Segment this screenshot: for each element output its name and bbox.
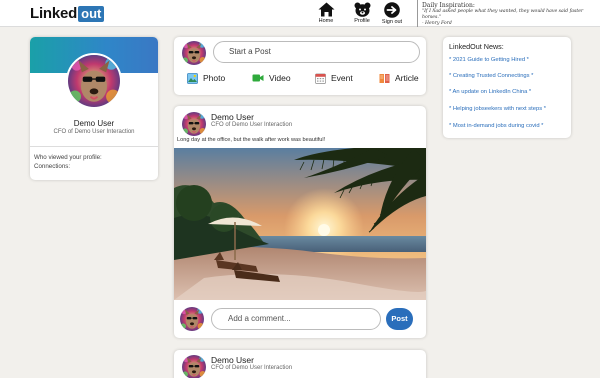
article-button[interactable]: Article: [379, 71, 419, 85]
photo-label: Photo: [203, 73, 226, 83]
news-card: LinkedOut News: * 2021 Guide to Getting …: [443, 37, 571, 138]
create-post-card: Start a Post Photo Video Event Article: [174, 37, 426, 95]
comment-avatar: [180, 307, 204, 331]
event-button[interactable]: Event: [315, 71, 353, 85]
article-label: Article: [395, 73, 419, 83]
logo-text-linked: Linked: [30, 5, 78, 22]
top-navbar: Linked out Home Profile Sign out Daily In…: [0, 0, 600, 27]
nav-signout[interactable]: Sign out: [377, 2, 407, 26]
video-label: Video: [269, 73, 291, 83]
logo[interactable]: Linked out: [30, 5, 105, 22]
profile-title: CFO of Demo User Interaction: [53, 129, 135, 135]
profile-card: Demo User CFO of Demo User Interaction W…: [30, 37, 158, 180]
news-item[interactable]: * An update on LinkedIn China *: [449, 89, 531, 95]
inspiration-title: Daily Inspiration:: [422, 2, 475, 9]
post-author-name[interactable]: Demo User: [211, 355, 254, 365]
article-icon: [379, 73, 390, 83]
signout-arrow-icon: [384, 2, 400, 18]
avatar: [182, 41, 206, 65]
home-icon: [318, 2, 334, 17]
nav-home-label: Home: [318, 18, 334, 24]
daily-inspiration: Daily Inspiration: "If I had asked peopl…: [422, 2, 597, 27]
nav-profile[interactable]: Profile: [347, 2, 377, 26]
news-item[interactable]: * Creating Trusted Connectings *: [449, 73, 533, 79]
post-author-avatar[interactable]: [182, 112, 206, 136]
news-item[interactable]: * 2021 Guide to Getting Hired *: [449, 57, 529, 63]
post-comment-button[interactable]: Post: [386, 308, 413, 330]
photo-icon: [187, 72, 198, 84]
post-text: Long day at the office, but the walk aft…: [177, 137, 326, 143]
bear-icon: [354, 2, 370, 17]
comment-input[interactable]: Add a comment...: [211, 308, 381, 330]
news-item[interactable]: * Most in-demand jobs during covid *: [449, 123, 543, 129]
post-image: [174, 148, 426, 300]
post-author-name[interactable]: Demo User: [211, 112, 254, 122]
nav-signout-label: Sign out: [381, 19, 403, 25]
logo-text-out: out: [78, 6, 105, 22]
post-author-title: CFO of Demo User Interaction: [211, 365, 293, 371]
inspiration-quote: "If I had asked people what they wanted,…: [422, 9, 584, 20]
profile-avatar[interactable]: [66, 53, 122, 109]
photo-button[interactable]: Photo: [187, 71, 225, 85]
event-label: Event: [331, 73, 353, 83]
post-author-avatar[interactable]: [182, 355, 206, 378]
inspiration-author: - Henry Ford: [422, 21, 452, 26]
feed-post: Demo User CFO of Demo User Interaction L…: [174, 106, 426, 338]
profile-views-label[interactable]: Who viewed your profile:: [34, 154, 102, 161]
connections-label[interactable]: Connections:: [34, 163, 70, 170]
header-divider: [417, 0, 418, 27]
profile-divider: [30, 146, 158, 147]
news-title: LinkedOut News:: [449, 42, 504, 51]
video-camera-icon: [252, 74, 264, 82]
nav-profile-label: Profile: [354, 18, 370, 24]
nav-home[interactable]: Home: [311, 2, 341, 26]
feed-post: Demo User CFO of Demo User Interaction: [174, 350, 426, 378]
post-author-title: CFO of Demo User Interaction: [211, 122, 293, 128]
news-item[interactable]: * Helping jobseekers with next steps *: [449, 106, 546, 112]
start-post-input[interactable]: Start a Post: [213, 41, 420, 63]
profile-name[interactable]: Demo User: [30, 119, 158, 128]
calendar-icon: [315, 73, 326, 84]
video-button[interactable]: Video: [252, 71, 291, 85]
